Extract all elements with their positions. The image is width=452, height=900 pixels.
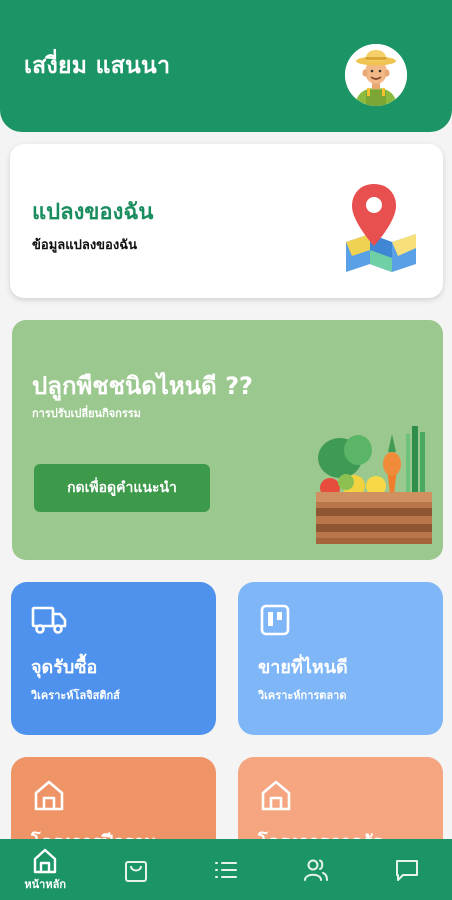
farmer-avatar-icon[interactable]	[345, 44, 407, 106]
nav-home-label: หน้าหลัก	[24, 877, 66, 891]
user-name: เสงี่ยม แสนนา	[24, 53, 171, 79]
vegetable-crate-icon	[302, 420, 434, 548]
where-to-sell-title: ขายที่ไหนดี	[258, 657, 348, 678]
list-icon	[214, 861, 237, 878]
crop-recommendation-card: ปลูกพืชชนิดไหนดี ?? การปรับเปลี่ยนกิจกรร…	[12, 320, 443, 560]
my-plot-title: แปลงของฉัน	[32, 200, 154, 225]
my-plot-subtitle: ข้อมูลแปลงของฉัน	[32, 238, 137, 253]
my-plot-card[interactable]: แปลงของฉัน ข้อมูลแปลงของฉัน	[10, 144, 443, 298]
recommendation-title: ปลูกพืชชนิดไหนดี ??	[32, 372, 253, 400]
where-to-sell-tile[interactable]: ขายที่ไหนดี วิเคราะห์การตลาด	[238, 582, 443, 735]
nav-shop[interactable]	[101, 839, 171, 900]
nav-users[interactable]	[281, 839, 351, 900]
truck-icon	[31, 604, 67, 636]
recommendation-subtitle: การปรับเปลี่ยนกิจกรรม	[32, 407, 141, 420]
app-header: เสงี่ยม แสนนา	[0, 0, 452, 132]
home-icon	[33, 848, 57, 873]
pickup-point-subtitle: วิเคราะห์โลจิสติกส์	[31, 689, 120, 702]
view-recommendation-button[interactable]: กดเพื่อดูคำแนะนำ	[34, 464, 210, 512]
pickup-point-title: จุดรับซื้อ	[31, 657, 98, 678]
board-icon	[258, 604, 294, 636]
nav-list[interactable]	[191, 839, 261, 900]
shopping-bag-icon	[124, 860, 147, 882]
nav-home[interactable]: หน้าหลัก	[10, 839, 80, 900]
home-icon	[258, 779, 294, 811]
where-to-sell-subtitle: วิเคราะห์การตลาด	[258, 689, 347, 702]
bottom-navigation: หน้าหลัก	[0, 839, 452, 900]
users-icon	[304, 859, 329, 881]
map-pin-icon	[340, 180, 422, 272]
pickup-point-tile[interactable]: จุดรับซื้อ วิเคราะห์โลจิสติกส์	[11, 582, 216, 735]
home-icon	[31, 779, 67, 811]
chat-icon	[395, 859, 418, 881]
nav-chat[interactable]	[372, 839, 442, 900]
